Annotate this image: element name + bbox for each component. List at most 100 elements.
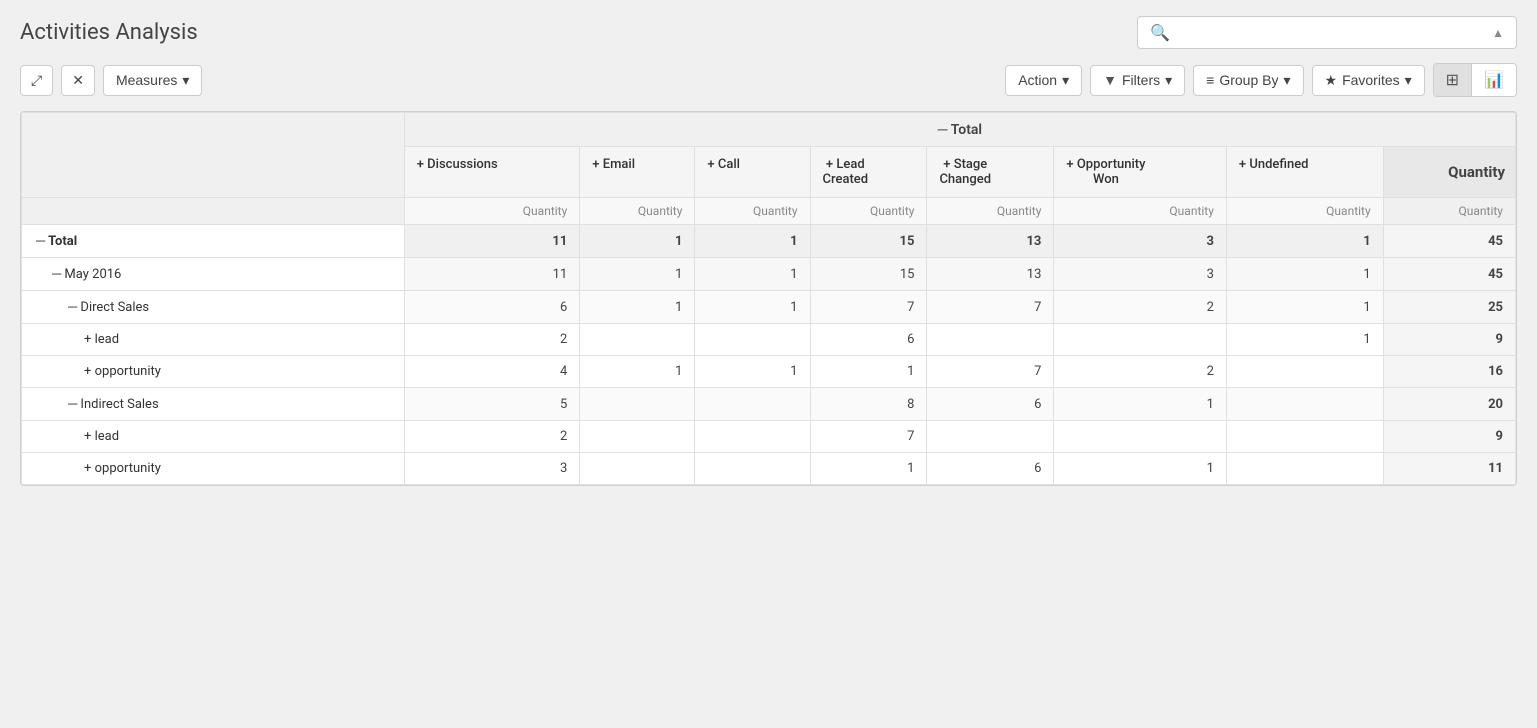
col-opportunity-won-header[interactable]: + OpportunityWon: [1054, 147, 1227, 198]
sub-opportunity-won: Quantity: [1054, 198, 1227, 225]
cell-email: [580, 453, 695, 485]
grid-view-button[interactable]: ⊞: [1434, 64, 1472, 96]
col-discussions-title: + Discussions: [417, 157, 498, 172]
cell-opportunity_won: 3: [1054, 258, 1227, 291]
groupby-icon: ≡: [1206, 72, 1214, 88]
action-button[interactable]: Action ▾: [1005, 65, 1082, 96]
table-row: ─ Total111115133145: [22, 225, 1516, 258]
cell-quantity: 20: [1383, 388, 1515, 421]
table-row: ─ May 2016111115133145: [22, 258, 1516, 291]
cell-email: 1: [580, 225, 695, 258]
measures-button[interactable]: Measures ▾: [103, 65, 203, 96]
header-total-row: ─ Total: [22, 113, 1516, 147]
table-row: + opportunity316111: [22, 453, 1516, 485]
cell-quantity: 45: [1383, 258, 1515, 291]
cell-opportunity_won: 2: [1054, 356, 1227, 388]
chart-view-button[interactable]: 📊: [1472, 64, 1516, 96]
filters-label: Filters: [1122, 72, 1160, 88]
cell-call: [695, 421, 810, 453]
cell-email: [580, 421, 695, 453]
row-label-cell[interactable]: ─ Indirect Sales: [22, 388, 405, 421]
cell-stage_changed: 6: [927, 453, 1054, 485]
cell-call: 1: [695, 225, 810, 258]
cell-stage_changed: 13: [927, 258, 1054, 291]
col-email-title: + Email: [592, 157, 635, 172]
sub-stage-changed: Quantity: [927, 198, 1054, 225]
cell-lead_created: 7: [810, 421, 927, 453]
table-container: ─ Total + Discussions + Email + Call: [20, 111, 1517, 486]
cell-undefined: 1: [1226, 258, 1383, 291]
cell-email: [580, 388, 695, 421]
col-email-header[interactable]: + Email: [580, 147, 695, 198]
expand-icon: ⤢: [31, 72, 42, 89]
cell-stage_changed: 6: [927, 388, 1054, 421]
row-label-cell[interactable]: + lead: [22, 324, 405, 356]
cell-call: [695, 388, 810, 421]
cell-discussions: 2: [404, 324, 580, 356]
cell-opportunity_won: [1054, 421, 1227, 453]
cell-call: 1: [695, 356, 810, 388]
search-collapse-icon[interactable]: ▲: [1492, 26, 1504, 40]
cell-stage_changed: [927, 421, 1054, 453]
col-stage-changed-header[interactable]: + StageChanged: [927, 147, 1054, 198]
sub-call: Quantity: [695, 198, 810, 225]
favorites-arrow-icon: ▾: [1405, 72, 1412, 89]
expand-button[interactable]: ⤢: [20, 65, 53, 96]
cell-email: [580, 324, 695, 356]
col-discussions-header[interactable]: + Discussions: [404, 147, 580, 198]
cell-opportunity_won: 1: [1054, 453, 1227, 485]
header-total-label: ─ Total: [404, 113, 1515, 147]
cell-stage_changed: 7: [927, 356, 1054, 388]
col-undefined-header[interactable]: + Undefined: [1226, 147, 1383, 198]
row-label-cell[interactable]: ─ May 2016: [22, 258, 405, 291]
search-input[interactable]: [1178, 25, 1484, 41]
cell-lead_created: 7: [810, 291, 927, 324]
chart-view-icon: 📊: [1484, 72, 1504, 89]
measures-label: Measures: [116, 72, 177, 88]
col-lead-created-header[interactable]: + LeadCreated: [810, 147, 927, 198]
cell-quantity: 45: [1383, 225, 1515, 258]
sub-lead-created: Quantity: [810, 198, 927, 225]
cell-undefined: [1226, 421, 1383, 453]
row-label-cell[interactable]: + opportunity: [22, 356, 405, 388]
col-call-title: + Call: [707, 157, 740, 172]
groupby-button[interactable]: ≡ Group By ▾: [1193, 65, 1303, 96]
cell-discussions: 4: [404, 356, 580, 388]
cell-opportunity_won: 3: [1054, 225, 1227, 258]
col-call-header[interactable]: + Call: [695, 147, 810, 198]
cell-discussions: 5: [404, 388, 580, 421]
cell-undefined: [1226, 356, 1383, 388]
cell-opportunity_won: 1: [1054, 388, 1227, 421]
cell-email: 1: [580, 258, 695, 291]
toolbar: ⤢ ✕ Measures ▾ Action ▾ ▼ Filters ▾ ≡ Gr…: [20, 63, 1517, 97]
app-container: Activities Analysis 🔍 ▲ ⤢ ✕ Measures ▾ A…: [0, 0, 1537, 728]
search-box[interactable]: 🔍 ▲: [1137, 16, 1517, 49]
cell-undefined: 1: [1226, 225, 1383, 258]
groupby-arrow-icon: ▾: [1283, 72, 1290, 89]
collapse-button[interactable]: ✕: [61, 65, 95, 96]
row-label-cell[interactable]: + opportunity: [22, 453, 405, 485]
cell-lead_created: 8: [810, 388, 927, 421]
row-label-cell[interactable]: ─ Total: [22, 225, 405, 258]
cell-lead_created: 15: [810, 258, 927, 291]
table-row: ─ Indirect Sales5 861 20: [22, 388, 1516, 421]
filters-button[interactable]: ▼ Filters ▾: [1090, 65, 1185, 96]
cell-opportunity_won: 2: [1054, 291, 1227, 324]
search-icon: 🔍: [1150, 23, 1170, 42]
cell-lead_created: 6: [810, 324, 927, 356]
favorites-button[interactable]: ★ Favorites ▾: [1312, 65, 1425, 96]
cell-undefined: 1: [1226, 324, 1383, 356]
action-label: Action: [1018, 72, 1057, 88]
pivot-table: ─ Total + Discussions + Email + Call: [21, 112, 1516, 485]
cell-opportunity_won: [1054, 324, 1227, 356]
col-lead-created-title: + LeadCreated: [823, 157, 869, 187]
cell-discussions: 11: [404, 258, 580, 291]
cell-stage_changed: [927, 324, 1054, 356]
cell-quantity: 9: [1383, 421, 1515, 453]
row-label-cell[interactable]: + lead: [22, 421, 405, 453]
row-label-cell[interactable]: ─ Direct Sales: [22, 291, 405, 324]
view-toggle: ⊞ 📊: [1433, 63, 1517, 97]
favorites-label: Favorites: [1342, 72, 1400, 88]
cell-quantity: 11: [1383, 453, 1515, 485]
cell-discussions: 2: [404, 421, 580, 453]
